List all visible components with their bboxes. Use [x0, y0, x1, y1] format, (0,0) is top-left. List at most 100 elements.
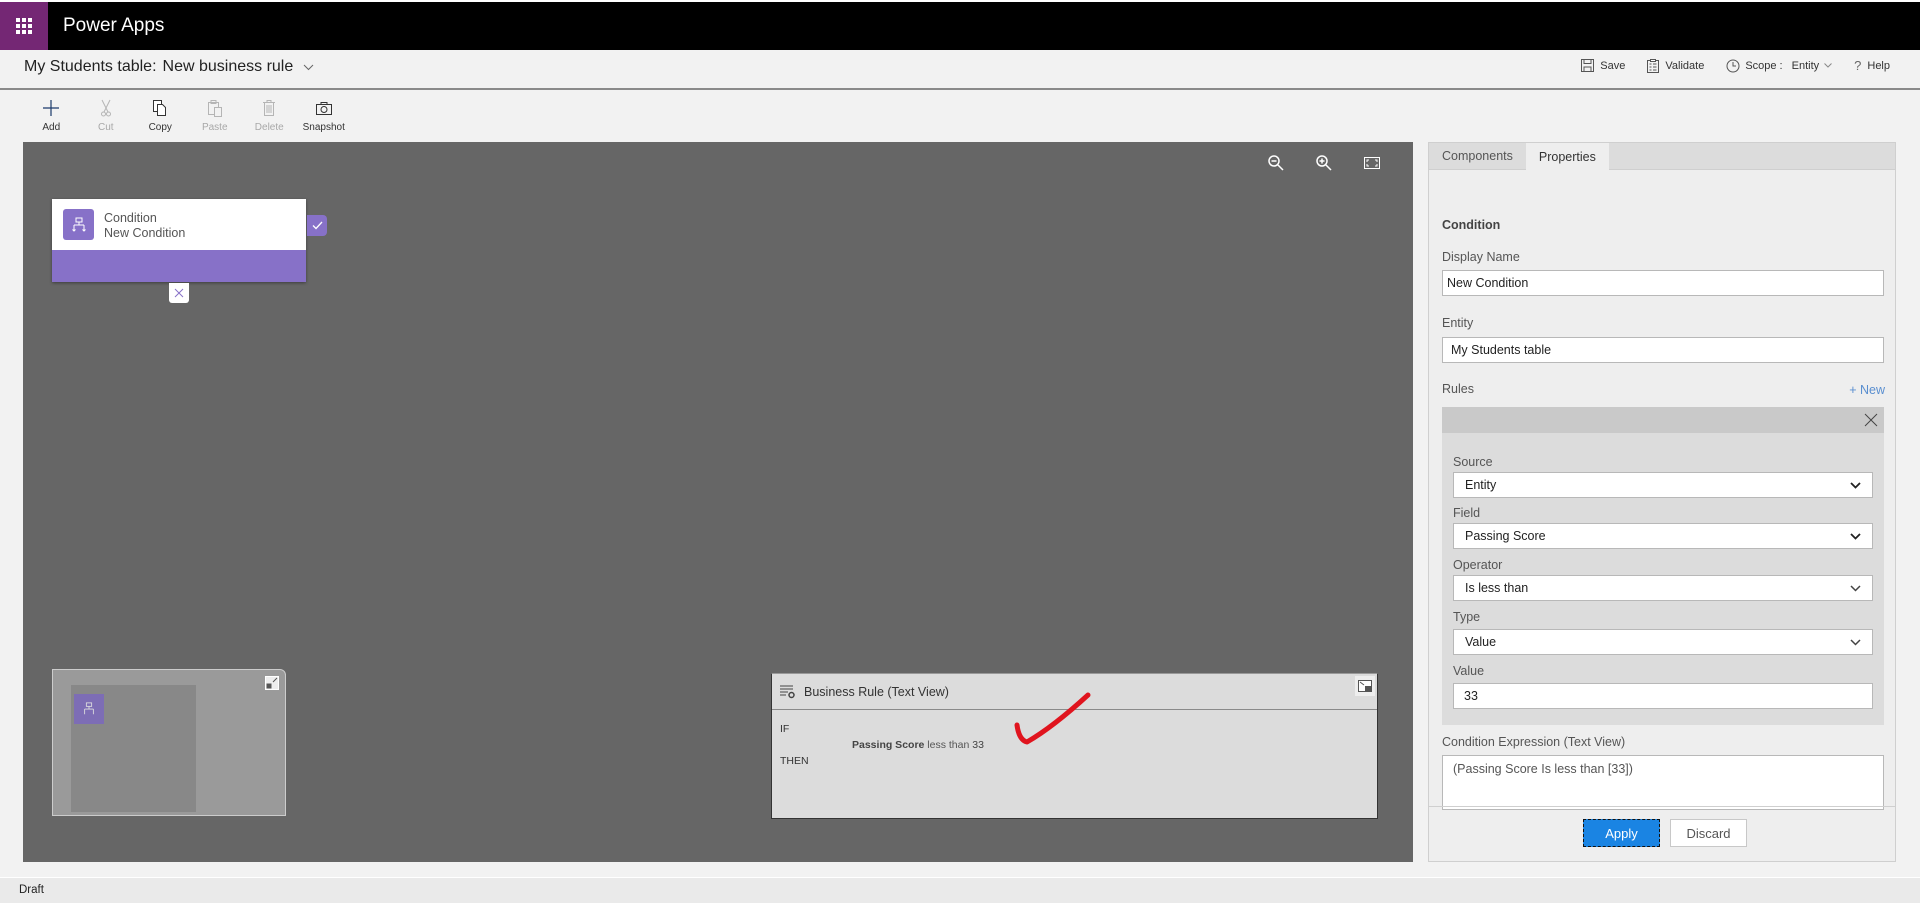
rule-title-name: New business rule [162, 58, 294, 75]
operator-select[interactable]: Is less than [1453, 575, 1873, 601]
help-button[interactable]: ? Help [1854, 58, 1890, 73]
tab-components[interactable]: Components [1429, 143, 1526, 169]
minimap-condition-node [74, 694, 104, 724]
type-label: Type [1453, 610, 1481, 624]
condition-node[interactable]: Condition New Condition [52, 199, 306, 282]
copy-icon [153, 100, 167, 116]
entity-input[interactable]: My Students table [1442, 337, 1884, 363]
field-select[interactable]: Passing Score [1453, 523, 1873, 549]
source-label: Source [1453, 455, 1493, 469]
condition-summary: Passing Score less than 33 [852, 739, 984, 751]
scope-clock-icon [1726, 59, 1740, 72]
zoom-out-button[interactable] [1265, 152, 1287, 174]
condition-expression-textarea[interactable]: (Passing Score Is less than [33]) [1442, 755, 1884, 810]
rule-list-gear-icon [780, 685, 795, 698]
delete-label: Delete [254, 122, 284, 133]
scope-value: Entity [1791, 59, 1820, 72]
condition-icon [84, 702, 94, 715]
designer-canvas[interactable]: Condition New Condition Business Rule (T… [23, 142, 1413, 862]
condition-false-branch-button[interactable] [169, 283, 189, 303]
business-rule-text-view: Business Rule (Text View) IF Passing Sco… [771, 673, 1378, 819]
snapshot-button[interactable]: Snapshot [297, 98, 352, 138]
if-label: IF [780, 723, 790, 735]
value-label: Value [1453, 664, 1485, 678]
validate-button[interactable]: Validate [1647, 58, 1705, 73]
text-view-expand-button[interactable] [1355, 676, 1375, 696]
tab-properties[interactable]: Properties [1525, 143, 1609, 171]
type-select[interactable]: Value [1453, 629, 1873, 655]
app-launcher-button[interactable] [0, 2, 48, 50]
toolbar: Add Cut Copy Paste Delete Snapshot [24, 98, 351, 138]
add-button[interactable]: Add [24, 98, 79, 138]
minimap-toggle-icon[interactable] [265, 676, 279, 690]
camera-icon [315, 101, 332, 115]
panel-footer: Apply Discard [1429, 806, 1895, 862]
condition-node-name: New Condition [104, 226, 186, 240]
operator-label: Operator [1453, 558, 1503, 572]
cut-button[interactable]: Cut [79, 98, 134, 138]
expand-icon [1358, 680, 1372, 692]
status-bar: Draft [0, 877, 1920, 903]
close-icon [174, 288, 184, 298]
waffle-icon [16, 18, 32, 34]
properties-panel: Components Properties Condition Display … [1428, 142, 1896, 862]
rules-label: Rules [1442, 382, 1474, 396]
condition-node-type: Condition [104, 211, 157, 225]
zoom-out-icon [1268, 155, 1284, 171]
rule-title-dropdown[interactable]: My Students table: New business rule [24, 58, 314, 76]
display-name-label: Display Name [1442, 250, 1520, 264]
paste-button[interactable]: Paste [188, 98, 243, 138]
chevron-down-icon [303, 64, 314, 70]
chevron-down-icon [1850, 532, 1861, 540]
value-input-text: 33 [1464, 689, 1478, 703]
zoom-in-button[interactable] [1313, 152, 1335, 174]
apply-button[interactable]: Apply [1583, 819, 1660, 847]
title-bar: My Students table: New business rule Save… [0, 50, 1920, 90]
checkmark-icon [312, 221, 322, 230]
add-label: Add [42, 122, 61, 133]
paste-icon [207, 99, 222, 117]
trash-icon [263, 100, 276, 116]
value-input[interactable]: 33 [1453, 683, 1873, 709]
plus-icon [43, 100, 60, 116]
condition-summary-field: Passing Score [852, 739, 925, 751]
rule-editor-header [1442, 407, 1884, 433]
display-name-input[interactable]: New Condition [1442, 270, 1884, 296]
scissors-icon [100, 99, 111, 117]
delete-button[interactable]: Delete [242, 98, 297, 138]
fit-screen-icon [1364, 157, 1380, 169]
close-icon[interactable] [1864, 413, 1878, 427]
chevron-down-icon [1850, 638, 1861, 646]
copy-button[interactable]: Copy [133, 98, 188, 138]
new-rule-link[interactable]: + New [1849, 383, 1885, 397]
condition-true-branch-button[interactable] [307, 215, 327, 236]
condition-icon [63, 209, 94, 240]
app-name: Power Apps [63, 15, 165, 36]
cut-label: Cut [97, 122, 114, 133]
discard-button[interactable]: Discard [1670, 819, 1747, 847]
scope-dropdown[interactable]: Scope : Entity [1726, 59, 1832, 73]
status-text: Draft [19, 884, 44, 896]
section-title: Condition [1442, 218, 1501, 232]
save-label: Save [1600, 59, 1626, 72]
fit-to-screen-button[interactable] [1361, 152, 1383, 174]
snapshot-label: Snapshot [302, 122, 345, 133]
operator-value: Is less than [1465, 581, 1529, 595]
minimap[interactable] [52, 669, 286, 816]
app-header: Power Apps [0, 0, 1920, 50]
condition-summary-operator: less than [927, 739, 970, 751]
condition-node-band [52, 250, 306, 282]
chevron-down-icon [1850, 481, 1861, 489]
validate-label: Validate [1665, 59, 1705, 72]
help-icon: ? [1854, 58, 1862, 73]
type-value: Value [1465, 635, 1497, 649]
rule-title-entity: My Students table: [24, 58, 157, 75]
scope-label: Scope : [1745, 59, 1783, 72]
chevron-down-icon [1824, 63, 1832, 68]
field-value: Passing Score [1465, 529, 1546, 543]
chevron-down-icon [1850, 584, 1861, 592]
source-select[interactable]: Entity [1453, 472, 1873, 498]
condition-expression-label: Condition Expression (Text View) [1442, 735, 1626, 749]
entity-label: Entity [1442, 316, 1474, 330]
save-button[interactable]: Save [1581, 59, 1625, 72]
